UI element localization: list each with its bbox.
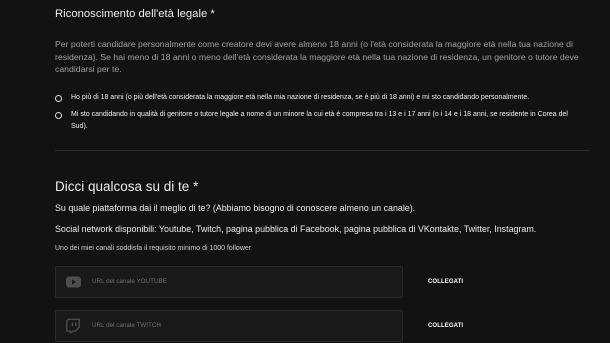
platform-question: Su quale piattaforma dai il meglio di te… [55,203,416,213]
twitch-url-input[interactable] [92,311,392,340]
radio-option-label: Ho più di 18 anni (o più dell'età consid… [71,94,530,101]
legal-age-title: Riconoscimento dell'età legale * [55,8,215,20]
about-title: Dicci qualcosa su di te * [55,179,199,194]
radio-button[interactable] [55,111,62,119]
youtube-url-field [55,266,403,298]
channel-row-twitch: COLLEGATI [55,310,475,342]
youtube-icon [66,276,81,288]
available-networks-text: Social network disponibili: Youtube, Twi… [55,224,537,234]
twitch-url-field [55,310,403,342]
radio-option-label: Mi sto candidando in qualità di genitore… [71,111,568,130]
connect-twitch-button[interactable]: COLLEGATI [428,310,463,342]
radio-option-guardian[interactable]: Mi sto candidando in qualità di genitore… [55,109,585,133]
radio-button[interactable] [55,94,62,102]
legal-age-description: Per poterti candidare personalmente come… [55,39,579,75]
follower-requirement-text: Uno dei miei canali soddisfa il requisit… [55,245,252,252]
youtube-url-input[interactable] [92,267,392,296]
section-divider [55,150,590,151]
twitch-icon [66,318,80,334]
connect-youtube-button[interactable]: COLLEGATI [428,266,463,298]
radio-option-adult[interactable]: Ho più di 18 anni (o più dell'età consid… [55,92,585,104]
channel-row-youtube: COLLEGATI [55,266,475,298]
